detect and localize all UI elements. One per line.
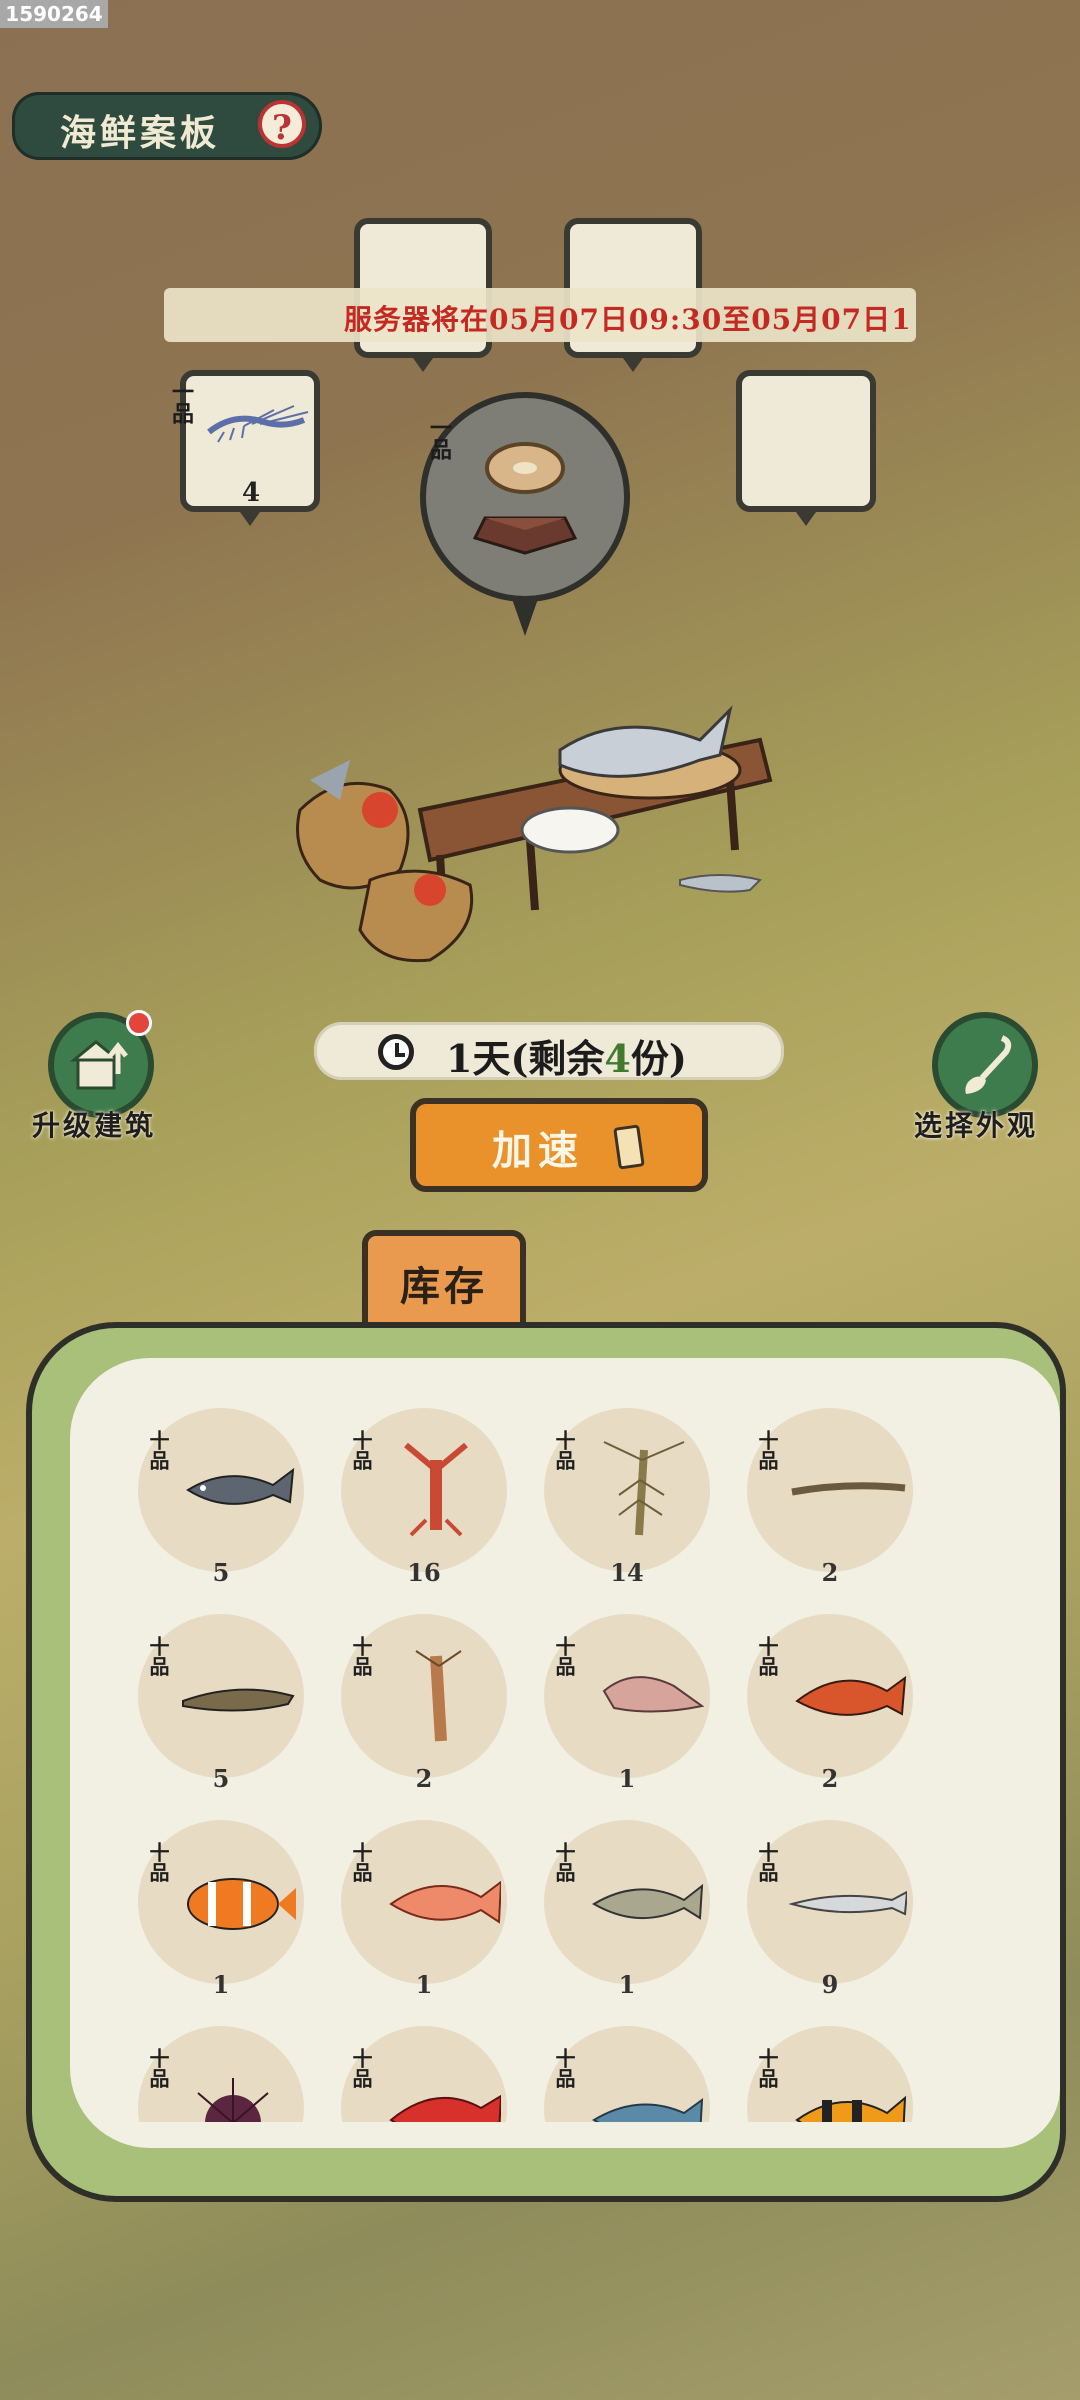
inventory-item-grade: 十品 xyxy=(146,1430,170,1470)
id-badge: 1590264 xyxy=(0,0,108,28)
inventory-item[interactable]: 十品 2 xyxy=(299,1606,507,1806)
sea-urchin-icon xyxy=(193,2078,273,2122)
slot-count: 4 xyxy=(242,478,261,508)
inventory-item[interactable]: 十品 5 xyxy=(96,1606,304,1806)
dish-grade-label: 一品 xyxy=(426,416,452,460)
inventory-item[interactable]: 十品 2 xyxy=(705,1606,913,1806)
inventory-item[interactable]: 十品 xyxy=(96,2018,304,2122)
inventory-item[interactable]: 十品 2 xyxy=(705,1400,913,1600)
inventory-item-count: 2 xyxy=(821,1558,839,1587)
inventory-item[interactable]: 十品 5 xyxy=(96,1400,304,1600)
inventory-item-grade: 十品 xyxy=(349,2048,373,2088)
inventory-item[interactable]: 十品 9 xyxy=(705,1812,913,2012)
inventory-item-count: 2 xyxy=(821,1764,839,1793)
inventory-item-grade: 十品 xyxy=(755,1842,779,1882)
inventory-item-grade: 十品 xyxy=(755,1636,779,1676)
inventory-item-grade: 十品 xyxy=(552,1430,576,1470)
ingredient-slot-shrimp[interactable]: 4 xyxy=(180,370,320,526)
choose-appearance-button[interactable] xyxy=(932,1012,1038,1118)
production-timer: 1天(剩余4份) xyxy=(314,1022,784,1083)
timer-prefix: 1天(剩余 xyxy=(446,1036,605,1081)
inventory-item-grade: 十品 xyxy=(552,1842,576,1882)
crayfish-icon xyxy=(404,1442,468,1537)
mantis-shrimp-icon xyxy=(415,1650,462,1742)
inventory-item[interactable]: 十品 16 xyxy=(299,1400,507,1600)
inventory-item[interactable]: 十品 xyxy=(705,2018,913,2122)
choose-appearance-label: 选择外观 xyxy=(914,1109,1039,1142)
server-notice-banner: 服务器将在05月07日09:30至05月07日1 xyxy=(164,288,916,342)
paint-brush-icon xyxy=(965,1035,1012,1094)
blue-fish-icon xyxy=(592,2097,704,2122)
tab-inventory-label: 库存 xyxy=(400,1263,488,1310)
inventory-item-grade: 十品 xyxy=(146,2048,170,2088)
upgrade-building-label: 升级建筑 xyxy=(32,1109,157,1142)
inventory-item-count: 9 xyxy=(821,1970,839,1999)
inventory-item-grade: 十品 xyxy=(552,1636,576,1676)
timer-text: 1天(剩余4份) xyxy=(446,1028,687,1083)
prawn-icon xyxy=(603,1441,685,1536)
tab-inventory[interactable]: 库存 xyxy=(362,1230,526,1328)
inventory-item-grade: 十品 xyxy=(146,1636,170,1676)
inventory-item[interactable]: 十品 xyxy=(502,2018,710,2122)
slot-grade-label: 一品 xyxy=(168,380,194,424)
timer-suffix: 份) xyxy=(630,1036,687,1081)
title-pill: 海鲜案板 ? xyxy=(12,92,322,160)
inventory-grid[interactable]: 十品 5 十品 16 十品 14 十品 2 十品 5 十品 2 十品 1 十品 2 十品 1 十品 1 十品 1 十品 9 十品… xyxy=(96,1400,1036,2122)
inventory-item[interactable]: 十品 1 xyxy=(96,1812,304,2012)
bream-icon xyxy=(592,1883,704,1920)
seafood-stall-illustration xyxy=(296,705,773,963)
server-notice-text: 服务器将在05月07日09:30至05月07日1 xyxy=(344,303,912,336)
red-snapper-icon xyxy=(389,1880,501,1924)
inventory-item[interactable]: 十品 1 xyxy=(502,1606,710,1806)
inventory-item-grade: 十品 xyxy=(349,1842,373,1882)
ingredient-slot-empty-3[interactable] xyxy=(736,370,876,526)
notification-dot xyxy=(126,1010,152,1036)
speed-up-button[interactable]: 加速 xyxy=(410,1098,708,1192)
inventory-item[interactable]: 十品 1 xyxy=(502,1812,710,2012)
inventory-item[interactable]: 十品 14 xyxy=(502,1400,710,1600)
inventory-item-grade: 十品 xyxy=(552,2048,576,2088)
page-title: 海鲜案板 xyxy=(60,112,221,154)
speed-ticket-icon xyxy=(613,1124,645,1170)
clock-icon xyxy=(378,1034,414,1070)
inventory-item[interactable]: 十品 xyxy=(299,2018,507,2122)
striped-fish-icon xyxy=(795,2095,907,2122)
fish-steak-icon xyxy=(472,442,578,555)
timer-remaining-count: 4 xyxy=(604,1036,631,1081)
carp-icon xyxy=(186,1467,295,1505)
clownfish-icon xyxy=(187,1878,296,1930)
inventory-item-grade: 十品 xyxy=(755,1430,779,1470)
inventory-item-grade: 十品 xyxy=(349,1636,373,1676)
inventory-item-grade: 十品 xyxy=(349,1430,373,1470)
speed-up-label: 加速 xyxy=(492,1127,584,1174)
eel-icon xyxy=(791,1482,906,1496)
conch-icon xyxy=(602,1676,704,1713)
question-mark-icon[interactable]: ? xyxy=(258,100,306,148)
dish-pointer xyxy=(511,596,539,636)
shrimp-icon xyxy=(207,405,309,443)
loach-icon xyxy=(182,1688,295,1712)
silver-fish-icon xyxy=(788,1890,907,1916)
red-carp-icon xyxy=(795,1675,907,1716)
inventory-item-grade: 十品 xyxy=(755,2048,779,2088)
inventory-item[interactable]: 十品 1 xyxy=(299,1812,507,2012)
upgrade-building-icon xyxy=(70,1040,128,1090)
red-grouper-icon xyxy=(389,2094,501,2122)
inventory-item-grade: 十品 xyxy=(146,1842,170,1882)
